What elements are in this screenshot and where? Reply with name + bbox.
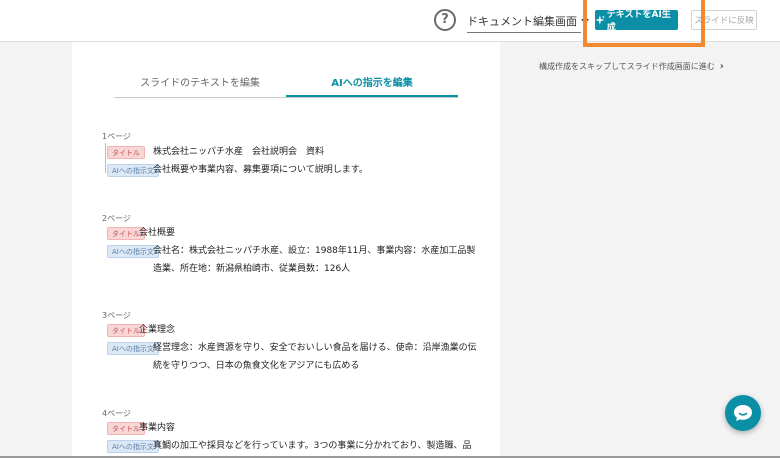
tab-edit-ai-instructions[interactable]: AIへの指示を編集 [286,70,458,97]
page-label: 1ページ [102,132,131,141]
skip-link-label: 構成作成をスキップしてスライド作成画面に進む [539,62,715,71]
instruction-text-line[interactable]: 経営理念：水産資源を守り、安全でおいしい食品を届ける、使命：沿岸漁業の伝 [153,339,477,357]
chevron-right-icon: › [719,61,724,72]
document-panel: スライドのテキストを編集 AIへの指示を編集 1ページ タイトル 株式会社ニッパ… [72,42,500,458]
page-label: 2ページ [102,214,131,223]
help-icon[interactable]: ? [434,9,456,31]
slide-title-text[interactable]: 株式会社ニッパチ水産 会社説明会 資料 [153,143,324,161]
skip-to-slide-editor-link[interactable]: 構成作成をスキップしてスライド作成画面に進む › [539,61,724,72]
instruction-tag: AIへの指示文 [107,342,159,355]
instruction-text-line[interactable]: 会社名：株式会社ニッパチ水産、設立：1988年11月、事業内容：水産加工品製 [153,242,475,260]
view-mode-select-value: ドキュメント編集画面 [467,15,577,28]
view-mode-select[interactable]: ドキュメント編集画面 [467,11,589,31]
instruction-tag: AIへの指示文 [107,164,159,177]
highlight-annotation-box [583,0,705,47]
instruction-text-line[interactable]: 統を守りつつ、日本の魚食文化をアジアにも広める [153,357,359,375]
instruction-text-line[interactable]: 会社概要や事業内容、募集要項について説明します。 [153,161,368,179]
tab-edit-slide-text[interactable]: スライドのテキストを編集 [114,70,286,97]
slide-title-text[interactable]: 事業内容 [139,419,175,437]
title-tag: タイトル [107,146,145,159]
instruction-tag: AIへの指示文 [107,245,159,258]
edit-mode-tabs: スライドのテキストを編集 AIへの指示を編集 [114,70,458,98]
slide-title-text[interactable]: 会社概要 [139,224,175,242]
select-underline [467,32,581,33]
slide-title-text[interactable]: 企業理念 [139,321,175,339]
instruction-text-line[interactable]: 真鯛の加工や採貝などを行っています。3つの事業に分かれており、製造職、品 [153,437,471,455]
chat-bubble-icon [734,405,752,421]
instruction-tag: AIへの指示文 [107,440,159,453]
instruction-text-line[interactable]: 造業、所在地：新潟県柏崎市、従業員数：126人 [153,260,350,278]
page-label: 3ページ [102,311,131,320]
chat-support-button[interactable] [725,395,761,431]
page-divider-line [105,143,106,173]
page-label: 4ページ [102,409,131,418]
